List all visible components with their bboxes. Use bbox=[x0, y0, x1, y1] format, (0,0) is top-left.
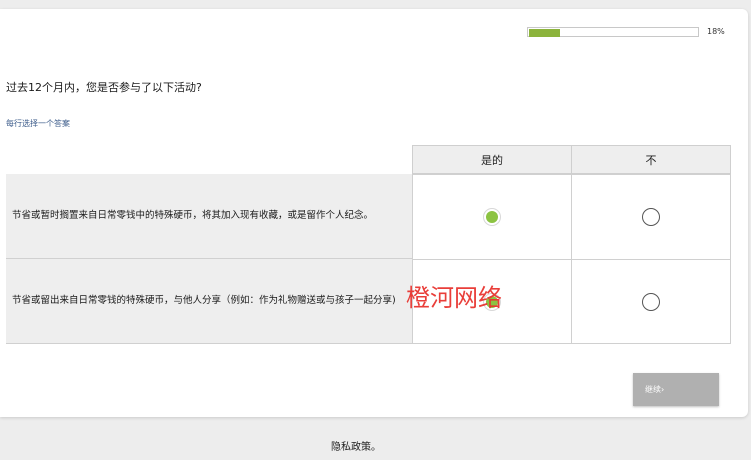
progress-percent: 18% bbox=[707, 27, 725, 36]
question-text: 过去12个月内，您是否参与了以下活动? bbox=[6, 81, 202, 94]
radio-button[interactable] bbox=[642, 208, 660, 226]
row-label-2: 节省或留出来自日常零钱的特殊硬币，与他人分享（例如：作为礼物赠送或与孩子一起分享… bbox=[6, 259, 412, 344]
column-header-yes: 是的 bbox=[412, 145, 572, 174]
progress-fill bbox=[529, 29, 560, 37]
row-label-1: 节省或暂时搁置来自日常零钱中的特殊硬币，将其加入现有收藏，或是留作个人纪念。 bbox=[6, 174, 412, 259]
continue-button[interactable]: 继续› bbox=[633, 373, 719, 406]
row-1-option-yes[interactable] bbox=[412, 174, 572, 260]
privacy-policy-link[interactable]: 隐私政策。 bbox=[0, 438, 712, 453]
question-instruction: 每行选择一个答案 bbox=[6, 119, 70, 128]
watermark: 橙河网络 bbox=[406, 284, 502, 312]
answer-grid: 是的 不 节省或暂时搁置来自日常零钱中的特殊硬币，将其加入现有收藏，或是留作个人… bbox=[6, 145, 731, 344]
radio-button[interactable] bbox=[642, 292, 660, 311]
progress-track bbox=[527, 27, 699, 37]
radio-button-checked[interactable] bbox=[483, 208, 501, 226]
row-2-option-no[interactable] bbox=[571, 259, 731, 344]
column-header-no: 不 bbox=[571, 145, 731, 174]
row-1-option-no[interactable] bbox=[571, 174, 731, 260]
